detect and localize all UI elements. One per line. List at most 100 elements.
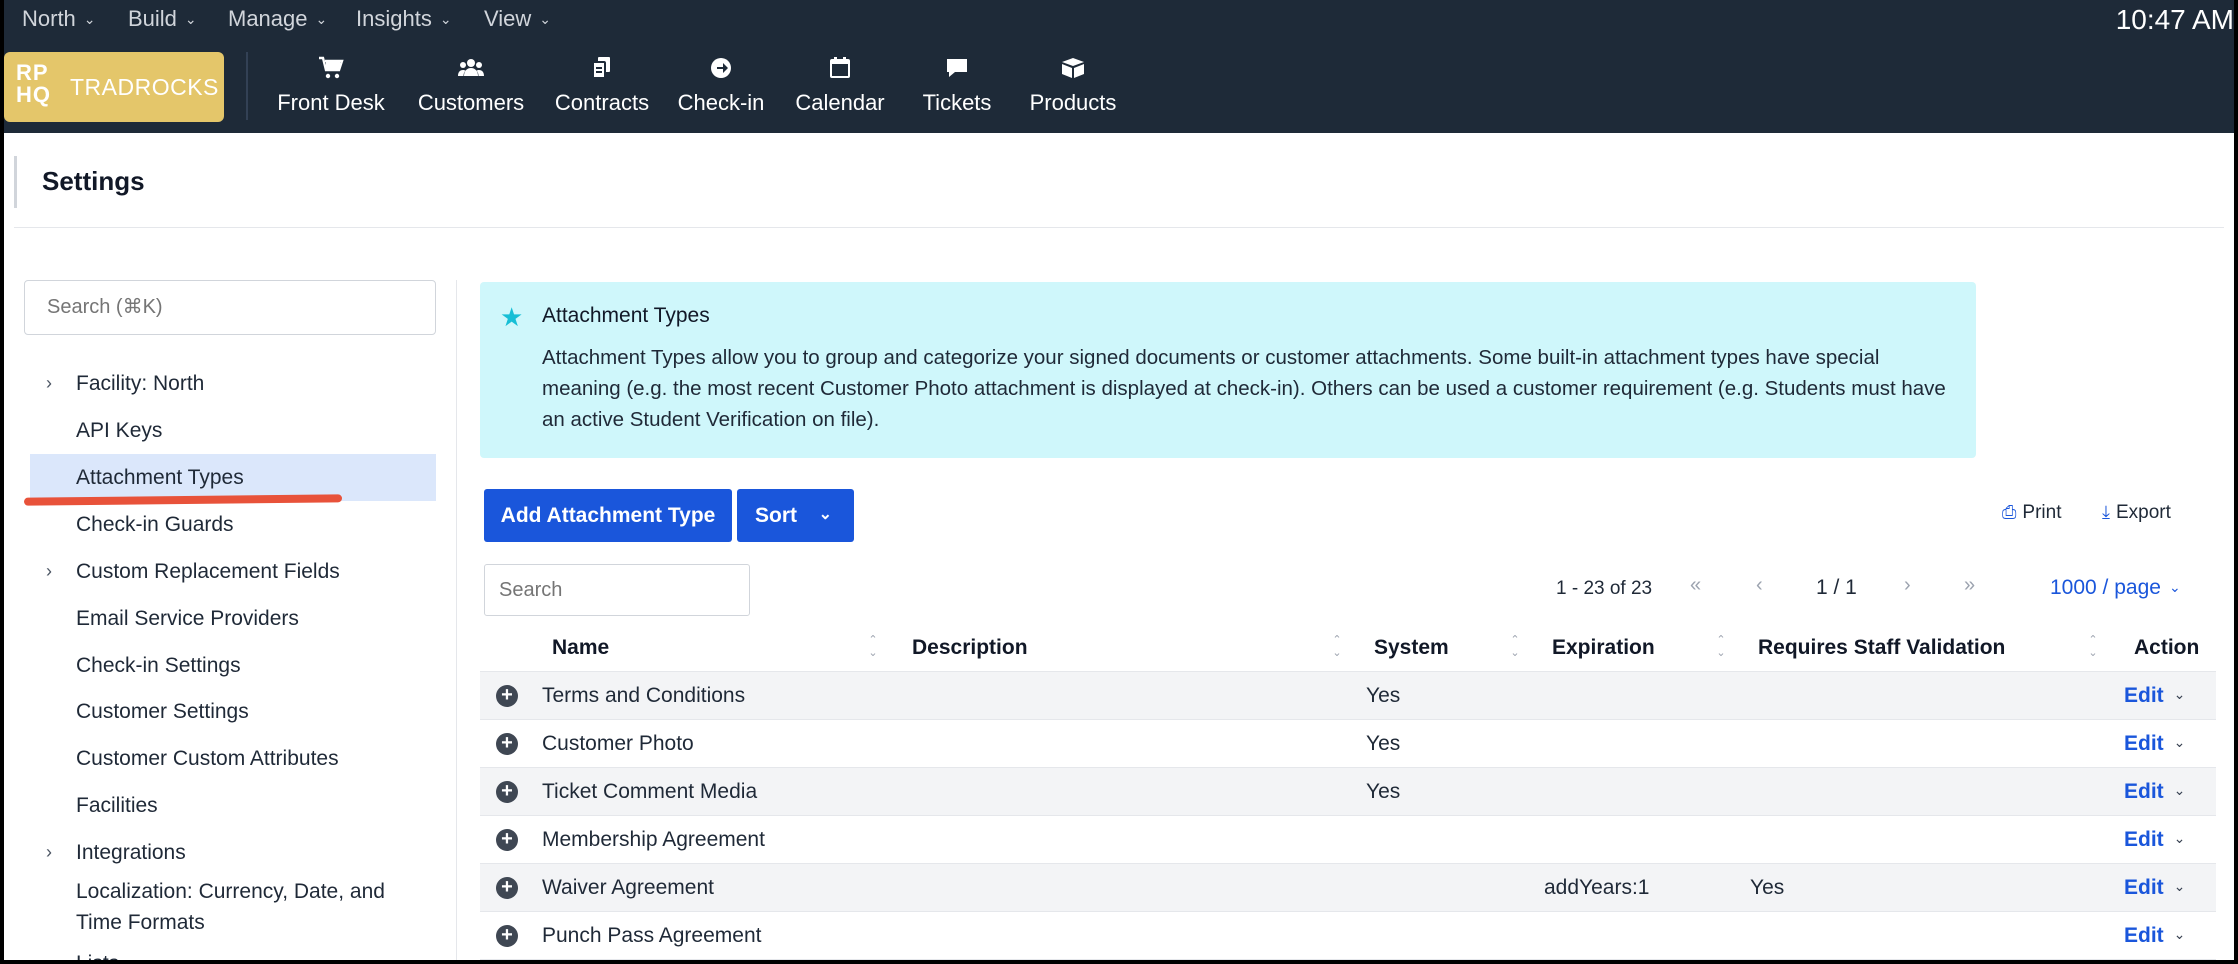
page-size-select[interactable]: 1000 / page ⌄	[2050, 576, 2181, 600]
expand-row-icon[interactable]: +	[496, 829, 518, 851]
menu-insights[interactable]: Insights ⌄	[356, 0, 452, 40]
menu-label: Build	[128, 6, 177, 31]
sidebar-item-api-keys[interactable]: API Keys	[30, 407, 436, 454]
star-icon: ★	[500, 302, 524, 332]
edit-label: Edit	[2124, 876, 2164, 899]
menu-north[interactable]: North ⌄	[22, 0, 96, 40]
table-row: + Terms and Conditions Yes Edit ⌄	[480, 672, 2216, 720]
column-header-expiration[interactable]: Expiration	[1552, 636, 1655, 660]
chevron-down-icon: ⌄	[439, 11, 452, 27]
chevron-down-icon[interactable]: ⌄	[2174, 830, 2186, 846]
printer-icon: ⎙	[2002, 502, 2017, 522]
column-header-name[interactable]: Name	[552, 636, 609, 660]
header-accent-bar	[14, 156, 17, 208]
export-button[interactable]: ⤓ Export	[2102, 502, 2171, 524]
nav-tickets[interactable]: Tickets	[912, 56, 1002, 120]
edit-button[interactable]: Edit ⌄	[2124, 828, 2185, 852]
chevron-down-icon[interactable]: ⌄	[2174, 734, 2186, 750]
sidebar-item-customer-settings[interactable]: Customer Settings	[30, 688, 436, 735]
nav-products[interactable]: Products	[1024, 56, 1122, 120]
expand-row-icon[interactable]: +	[496, 877, 518, 899]
cell-system: Yes	[1366, 732, 1401, 755]
chevron-down-icon[interactable]: ⌄	[2174, 686, 2186, 702]
edit-button[interactable]: Edit ⌄	[2124, 732, 2185, 756]
last-page-icon[interactable]: »	[1964, 574, 1975, 597]
sidebar-item-attachment-types[interactable]: Attachment Types	[30, 454, 436, 501]
sort-icon[interactable]: ⌃ ⌄	[1330, 634, 1344, 660]
users-icon	[410, 56, 532, 84]
expand-row-icon[interactable]: +	[496, 781, 518, 803]
cell-staff-validation: Yes	[1750, 876, 1785, 899]
first-page-icon[interactable]: «	[1690, 574, 1701, 597]
cell-expiration: addYears:1	[1544, 876, 1650, 899]
nav-label: Front Desk	[277, 90, 385, 115]
edit-button[interactable]: Edit ⌄	[2124, 924, 2185, 948]
sidebar-item-label: Check-in Guards	[76, 513, 234, 536]
column-header-description[interactable]: Description	[912, 636, 1028, 660]
add-attachment-type-button[interactable]: Add Attachment Type	[484, 489, 732, 542]
sort-label: Sort	[755, 503, 797, 527]
table-body: + Terms and Conditions Yes Edit ⌄ + Custo…	[480, 672, 2216, 960]
cell-system: Yes	[1366, 684, 1401, 707]
sidebar-item-email-service-providers[interactable]: Email Service Providers	[30, 595, 436, 642]
expand-row-icon[interactable]: +	[496, 685, 518, 707]
sidebar-item-localization[interactable]: Localization: Currency, Date, and Time F…	[30, 868, 410, 940]
sidebar-search-input[interactable]	[24, 280, 436, 335]
cell-name: Punch Pass Agreement	[542, 924, 762, 947]
menu-build[interactable]: Build ⌄	[128, 0, 197, 40]
sidebar-item-check-in-guards[interactable]: Check-in Guards	[30, 501, 436, 548]
table-row: + Waiver Agreement addYears:1 Yes Edit ⌄	[480, 864, 2216, 912]
chevron-down-icon[interactable]: ⌄	[2174, 926, 2186, 942]
nav-front-desk[interactable]: Front Desk	[276, 56, 386, 120]
chevron-down-icon[interactable]: ⌄	[2174, 782, 2186, 798]
sort-icon[interactable]: ⌃ ⌄	[2086, 634, 2100, 660]
brand-logo[interactable]: RP HQ TRADROCKS	[4, 52, 224, 122]
expand-row-icon[interactable]: +	[496, 925, 518, 947]
next-page-icon[interactable]: ›	[1904, 574, 1911, 597]
nav-contracts[interactable]: Contracts	[550, 56, 654, 120]
table-header: Name ⌃ ⌄ Description ⌃ ⌄ System ⌃ ⌄ Expirat…	[480, 626, 2216, 672]
sidebar-item-facility-north[interactable]: › Facility: North	[30, 360, 436, 407]
nav-calendar[interactable]: Calendar	[790, 56, 890, 120]
sidebar-item-facilities[interactable]: Facilities	[30, 782, 436, 829]
chevron-right-icon: ›	[46, 373, 52, 393]
sort-dropdown-button[interactable]: Sort ⌄	[737, 489, 854, 542]
page-size-label: 1000 / page	[2050, 576, 2161, 599]
edit-button[interactable]: Edit ⌄	[2124, 780, 2185, 804]
sidebar-item-custom-replacement-fields[interactable]: › Custom Replacement Fields	[30, 548, 436, 595]
sidebar-item-customer-custom-attributes[interactable]: Customer Custom Attributes	[30, 735, 436, 782]
nav-check-in[interactable]: Check-in	[670, 56, 772, 120]
sort-icon[interactable]: ⌃ ⌄	[1714, 634, 1728, 660]
sort-icon[interactable]: ⌃ ⌄	[866, 634, 880, 660]
edit-label: Edit	[2124, 828, 2164, 851]
chevron-down-icon: ⌄	[818, 506, 832, 523]
chevron-down-icon[interactable]: ⌄	[2174, 878, 2186, 894]
column-header-requires-staff-validation[interactable]: Requires Staff Validation	[1758, 636, 2005, 660]
sidebar-item-check-in-settings[interactable]: Check-in Settings	[30, 642, 436, 689]
sidebar-item-lists[interactable]: › Lists	[30, 940, 436, 960]
sidebar-divider	[456, 280, 457, 960]
table-search-input[interactable]	[484, 564, 750, 616]
prev-page-icon[interactable]: ‹	[1756, 574, 1763, 597]
clock: 10:47 AM	[2115, 4, 2234, 35]
expand-row-icon[interactable]: +	[496, 733, 518, 755]
edit-button[interactable]: Edit ⌄	[2124, 876, 2185, 900]
menu-view[interactable]: View ⌄	[484, 0, 551, 40]
app-window: North ⌄ Build ⌄ Manage ⌄ Insights ⌄ View ⌄ 10…	[4, 0, 2234, 960]
edit-button[interactable]: Edit ⌄	[2124, 684, 2185, 708]
copy-icon	[550, 56, 654, 84]
chevron-right-icon: ›	[46, 561, 52, 581]
nav-customers[interactable]: Customers	[410, 56, 532, 120]
table-row: + Customer Photo Yes Edit ⌄	[480, 720, 2216, 768]
menu-label: North	[22, 6, 76, 31]
print-button[interactable]: ⎙ Print	[2002, 502, 2061, 524]
sidebar-item-label: Lists	[76, 952, 119, 960]
sort-icon[interactable]: ⌃ ⌄	[1508, 634, 1522, 660]
sidebar-item-label: Attachment Types	[76, 466, 244, 489]
menu-manage[interactable]: Manage ⌄	[228, 0, 327, 40]
column-header-system[interactable]: System	[1374, 636, 1449, 660]
menu-label: Manage	[228, 6, 308, 31]
cart-icon	[276, 56, 386, 84]
callout-title: Attachment Types	[542, 304, 710, 327]
calendar-icon	[790, 56, 890, 84]
